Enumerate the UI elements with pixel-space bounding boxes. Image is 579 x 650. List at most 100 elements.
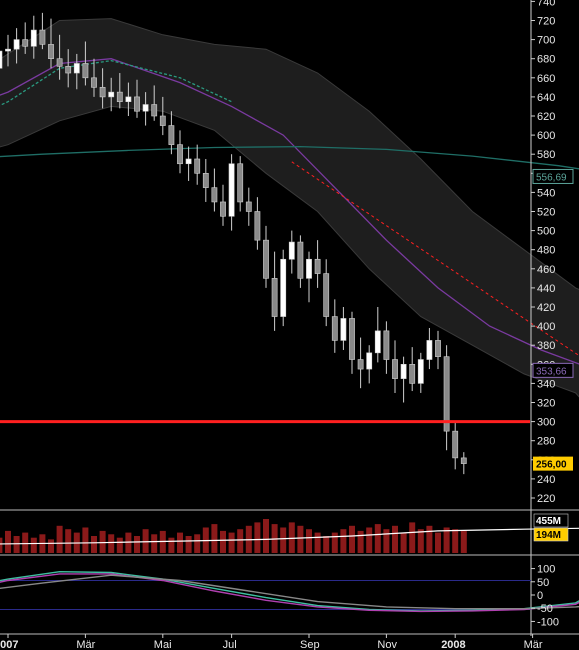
candle-body	[39, 29, 46, 45]
candle-body	[211, 187, 218, 203]
price-tag-label: 353,66	[536, 366, 567, 377]
oscillator-tick-label: -100	[537, 616, 559, 628]
candle-body	[228, 163, 235, 217]
volume-bar	[228, 532, 235, 553]
candle-body	[151, 104, 158, 117]
volume-bar	[400, 532, 407, 553]
candle-body	[409, 363, 416, 384]
volume-bar	[211, 524, 218, 553]
volume-bar	[99, 530, 106, 553]
candle-body	[340, 318, 347, 341]
price-tick-label: 380	[537, 340, 555, 352]
volume-bar	[323, 536, 330, 553]
candle-body	[134, 96, 140, 112]
volume-label: 455M	[536, 516, 561, 527]
candle-body	[254, 211, 261, 241]
volume-bar	[65, 529, 72, 553]
candle-body	[30, 29, 37, 47]
volume-bar	[185, 536, 192, 553]
volume-bar	[177, 532, 183, 553]
candle-body	[452, 430, 459, 459]
price-tick-label: 280	[537, 436, 555, 448]
price-tick-label: 660	[537, 73, 555, 85]
price-tick-label: 240	[537, 474, 555, 486]
volume-bar	[0, 537, 3, 553]
time-tick-label: 2008	[441, 639, 465, 650]
time-tick-label: 2007	[0, 639, 18, 650]
volume-bar	[5, 530, 11, 553]
volume-bar	[194, 534, 201, 553]
candle-body	[56, 58, 63, 67]
volume-bar	[426, 525, 433, 553]
candle-body	[5, 48, 11, 52]
candle-body	[82, 63, 89, 79]
volume-bar	[151, 534, 158, 553]
candle-body	[48, 44, 54, 59]
candle-body	[349, 318, 355, 360]
candle-body	[374, 330, 381, 354]
volume-bar	[13, 536, 20, 553]
volume-bar	[366, 527, 373, 553]
candle-body	[13, 39, 20, 50]
candle-body	[108, 91, 115, 98]
candle-body	[297, 241, 304, 279]
price-tick-label: 540	[537, 187, 555, 199]
volume-bar	[452, 529, 459, 553]
candle-body	[237, 163, 244, 203]
candle-body	[323, 273, 330, 317]
candle-body	[435, 340, 441, 357]
volume-label: 194M	[536, 530, 561, 541]
candle-body	[65, 66, 72, 74]
oscillator-tick-label: 100	[537, 564, 555, 576]
volume-bar	[357, 530, 364, 553]
candle-body	[116, 91, 123, 102]
price-tick-label: 600	[537, 130, 555, 142]
price-tick-label: 340	[537, 378, 555, 390]
candle-body	[263, 239, 269, 279]
price-tick-label: 520	[537, 207, 555, 219]
price-tick-label: 680	[537, 54, 555, 66]
oscillator-tick-label: 50	[537, 577, 549, 589]
volume-bar	[108, 534, 115, 553]
volume-bar	[460, 530, 467, 553]
candle-body	[357, 359, 364, 370]
price-tick-label: 580	[537, 149, 555, 161]
time-tick-label: Mär	[76, 639, 95, 650]
candle-body	[366, 352, 373, 370]
candle-body	[168, 125, 175, 145]
volume-bar	[134, 536, 140, 553]
volume-bar	[30, 537, 37, 553]
volume-bar	[56, 525, 63, 553]
candle-body	[306, 258, 312, 279]
volume-bar	[331, 532, 338, 553]
candle-body	[392, 359, 398, 379]
candle-body	[460, 457, 467, 464]
volume-bar	[116, 537, 123, 553]
time-tick-label: Jul	[223, 639, 237, 650]
candle-body	[159, 115, 166, 126]
price-tag-label: 556,69	[536, 172, 567, 183]
price-tick-label: 740	[537, 0, 555, 8]
price-tick-label: 300	[537, 417, 555, 429]
volume-bar	[297, 525, 304, 553]
candle-body	[99, 87, 106, 98]
candle-body	[280, 258, 287, 317]
time-tick-label: Nov	[377, 639, 397, 650]
price-tick-label: 480	[537, 245, 555, 257]
candle-body	[245, 201, 252, 212]
price-tick-label: 440	[537, 283, 555, 295]
volume-bar	[349, 525, 355, 553]
price-tick-label: 640	[537, 92, 555, 104]
volume-bar	[142, 529, 149, 553]
volume-bar	[280, 527, 287, 553]
candle-body	[443, 356, 450, 432]
candle-body	[314, 258, 321, 274]
price-tick-label: 720	[537, 16, 555, 28]
candle-body	[220, 201, 226, 217]
volume-bar	[374, 524, 381, 553]
price-tick-label: 220	[537, 493, 555, 505]
candle-body	[383, 330, 390, 360]
volume-bar	[314, 532, 321, 553]
volume-bar	[306, 529, 312, 553]
stock-chart: 2202402602803003203403603804004204404604…	[0, 0, 579, 650]
